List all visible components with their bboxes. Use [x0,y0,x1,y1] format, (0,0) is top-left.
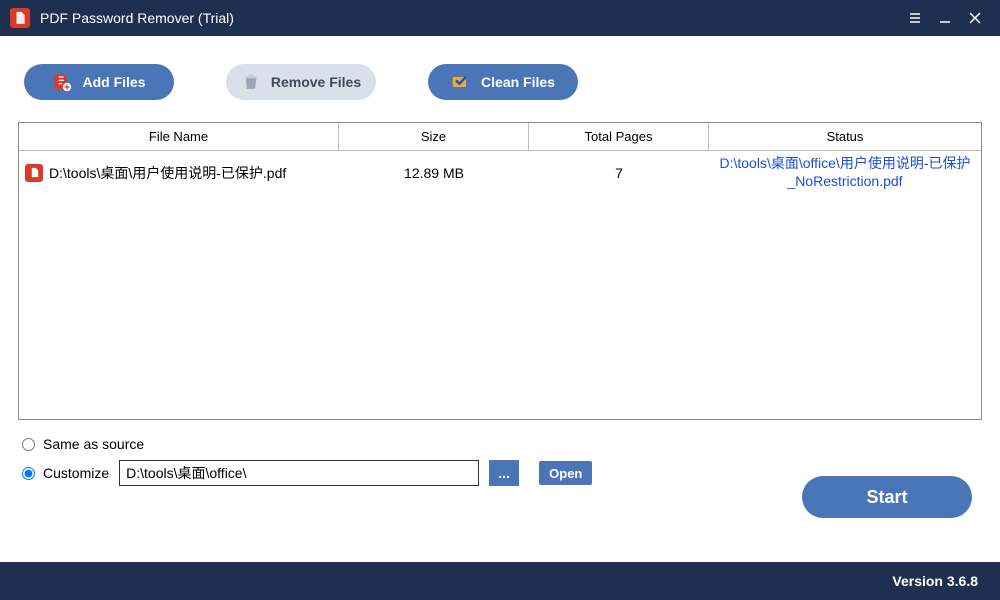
same-as-source-option[interactable]: Same as source [22,436,978,452]
remove-files-button[interactable]: Remove Files [226,64,376,100]
clean-files-button[interactable]: Clean Files [428,64,578,100]
open-button[interactable]: Open [539,461,592,485]
minimize-button[interactable] [930,0,960,36]
pdf-add-icon [52,72,72,92]
col-file-name[interactable]: File Name [19,123,339,151]
browse-button[interactable]: ... [489,460,519,486]
toolbar: Add Files Remove Files Clean Files [0,36,1000,122]
remove-files-label: Remove Files [271,74,361,90]
cell-pages: 7 [529,151,709,194]
customize-option[interactable]: Customize [22,465,109,481]
customize-radio[interactable] [22,467,35,480]
cell-size: 12.89 MB [339,151,529,194]
cell-file-name: D:\tools\桌面\用户使用说明-已保护.pdf [49,163,286,183]
clean-files-label: Clean Files [481,74,555,90]
col-status[interactable]: Status [709,123,981,151]
file-table: File Name Size Total Pages Status D:\too… [18,122,982,420]
broom-icon [451,72,471,92]
titlebar: PDF Password Remover (Trial) [0,0,1000,36]
trash-icon [241,72,261,92]
table-header: File Name Size Total Pages Status [19,123,981,151]
col-size[interactable]: Size [339,123,529,151]
statusbar: Version 3.6.8 [0,562,1000,600]
customize-label: Customize [43,465,109,481]
add-files-label: Add Files [82,74,145,90]
close-button[interactable] [960,0,990,36]
add-files-button[interactable]: Add Files [24,64,174,100]
output-path-input[interactable] [119,460,479,486]
menu-button[interactable] [900,0,930,36]
table-row[interactable]: D:\tools\桌面\用户使用说明-已保护.pdf 12.89 MB 7 D:… [19,151,981,194]
same-as-source-label: Same as source [43,436,144,452]
pdf-file-icon [25,164,43,182]
col-total-pages[interactable]: Total Pages [529,123,709,151]
window-title: PDF Password Remover (Trial) [40,10,234,26]
version-label: Version 3.6.8 [892,573,978,589]
cell-status-link[interactable]: D:\tools\桌面\office\用户使用说明-已保护_NoRestrict… [715,155,975,190]
app-icon [10,8,30,28]
start-button[interactable]: Start [802,476,972,518]
same-as-source-radio[interactable] [22,438,35,451]
